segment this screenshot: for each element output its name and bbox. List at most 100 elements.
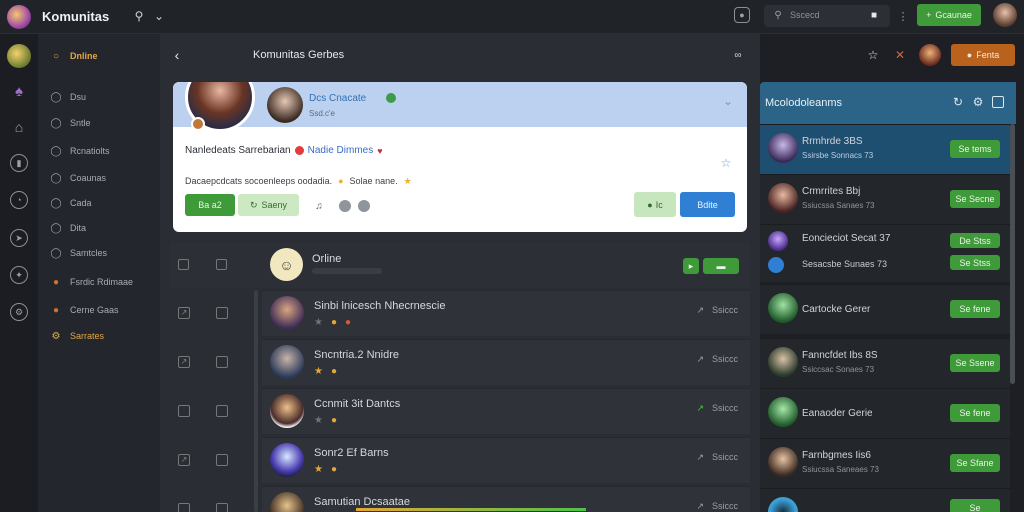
right-item-button[interactable]: De Stss bbox=[950, 233, 1000, 248]
badge-icon bbox=[191, 117, 205, 131]
avatar bbox=[768, 447, 798, 477]
back-icon[interactable]: ‹ bbox=[170, 47, 184, 63]
checkbox[interactable]: ↗ bbox=[178, 454, 190, 466]
notification-icon[interactable]: ● bbox=[734, 7, 750, 23]
more-icon[interactable]: ⋮ bbox=[898, 8, 909, 24]
online-label: Orline bbox=[312, 253, 342, 265]
list-item[interactable]: Sonr2 Ef Barns ★ ● ↗ Ssiccc bbox=[262, 437, 750, 483]
checkbox[interactable] bbox=[216, 503, 228, 512]
compass-icon[interactable]: ➤ bbox=[10, 229, 28, 247]
right-item-button[interactable]: Se bbox=[950, 499, 1000, 512]
sidebar-item-3[interactable]: ◯ Rcnatiolts bbox=[50, 142, 150, 160]
chevron-down-icon[interactable]: ⌄ bbox=[721, 94, 735, 108]
checkbox[interactable] bbox=[216, 259, 227, 270]
list-item[interactable]: Sinbi lnicesch Nhecrnescie ★ ● ● ↗ Ssiccc bbox=[262, 290, 750, 336]
settings-icon[interactable]: ⚙ bbox=[10, 303, 28, 321]
follow-button[interactable]: ● Ic bbox=[634, 192, 676, 217]
chat-icon: ◯ bbox=[50, 91, 62, 103]
list-item[interactable]: Sncntria.2 Nnidre ★ ● ↗ Ssiccc bbox=[262, 339, 750, 385]
right-item-button[interactable]: Se Secne bbox=[950, 190, 1000, 208]
avatar bbox=[270, 394, 304, 428]
chat-icon: ◯ bbox=[50, 172, 62, 184]
checkbox[interactable] bbox=[216, 307, 228, 319]
chat-icon: ◯ bbox=[50, 222, 62, 234]
right-list-item[interactable]: Eanaoder Gerie Se fene bbox=[760, 388, 1010, 438]
expand-icon[interactable] bbox=[992, 96, 1004, 108]
star-icon[interactable]: ☆ bbox=[866, 48, 880, 62]
primary-action-button[interactable]: + Gcaunae bbox=[917, 4, 981, 26]
profile-line1: Nanledeats Sarrebarian Nadie Dimmes ♥ bbox=[185, 145, 383, 156]
sidebar-item-2[interactable]: ◯ Sntle bbox=[50, 114, 150, 132]
right-list-item[interactable]: Crmrrites Bbj Ssiucssa Sanaes 73 Se Secn… bbox=[760, 174, 1010, 224]
home-icon[interactable]: ⌂ bbox=[10, 118, 28, 136]
message-button[interactable]: Bdite bbox=[680, 192, 735, 217]
server-avatar[interactable] bbox=[7, 44, 31, 68]
coin-icon: ● bbox=[330, 317, 338, 328]
avatar[interactable] bbox=[919, 44, 941, 66]
gear-icon: ⚙ bbox=[51, 330, 61, 342]
right-list-item[interactable]: Farnbgmes Iis6 Ssiucssa Saneaes 73 Se Sf… bbox=[760, 438, 1010, 488]
music-icon[interactable]: ♫ bbox=[313, 200, 325, 212]
sidebar-item-10[interactable]: ⚙ Sarrates bbox=[50, 327, 150, 345]
checkbox[interactable]: ↗ bbox=[178, 307, 190, 319]
sidebar-item-8[interactable]: ● Fsrdic Rdimaae bbox=[50, 273, 150, 291]
list-scrollbar[interactable] bbox=[254, 290, 258, 512]
top-bar: Komunitas ⚲ ⌄ ● ⚲ Sscecd ■ ⋮ + Gcaunae bbox=[0, 0, 1024, 34]
explore-icon[interactable]: ✦ bbox=[10, 266, 28, 284]
checkbox[interactable]: ↗ bbox=[178, 356, 190, 368]
sidebar-item-online[interactable]: ○ Dnline bbox=[50, 47, 150, 65]
settings-icon[interactable]: ⚙ bbox=[972, 95, 984, 109]
join-button[interactable]: ▬ bbox=[703, 258, 739, 274]
profile-line2-tail: Solae nane. bbox=[349, 176, 398, 186]
avatar[interactable] bbox=[993, 3, 1017, 27]
chevron-down-icon[interactable]: ⌄ bbox=[152, 9, 166, 23]
sidebar-item-5[interactable]: ◯ Cada bbox=[50, 194, 150, 212]
right-item-button[interactable]: Se Ssene bbox=[950, 354, 1000, 372]
right-list-item[interactable]: Eoncieciot Secat 37 Sesacsbe Sunaes 73 D… bbox=[760, 224, 1010, 282]
clock-icon[interactable]: ◔ bbox=[10, 191, 28, 209]
right-list-item[interactable]: Cartocke Gerer Se fene bbox=[760, 284, 1010, 334]
right-list-item[interactable]: Se bbox=[760, 488, 1010, 512]
link-icon[interactable]: ∞ bbox=[730, 49, 746, 61]
checkbox[interactable] bbox=[216, 356, 228, 368]
right-list-item[interactable]: Fanncfdet Ibs 8S Ssiccsac Sonaes 73 Se S… bbox=[760, 338, 1010, 388]
profile-secondary-button[interactable]: ↻ Saeny bbox=[238, 194, 299, 216]
checkbox[interactable] bbox=[178, 503, 190, 512]
avatar bbox=[768, 293, 798, 323]
right-item-button[interactable]: Se tems bbox=[950, 140, 1000, 158]
search-icon[interactable]: ⚲ bbox=[132, 9, 146, 23]
close-icon[interactable]: ✕ bbox=[893, 48, 907, 62]
right-item-button[interactable]: Se fene bbox=[950, 404, 1000, 422]
sidebar-item-6[interactable]: ◯ Dita bbox=[50, 219, 150, 237]
list-item[interactable]: Ccnmit 3it Dantcs ★ ● ↗ Ssiccc bbox=[262, 388, 750, 434]
share-icon[interactable]: ☆ bbox=[719, 156, 733, 170]
right-item-title: Fanncfdet Ibs 8S bbox=[802, 350, 878, 361]
checkbox[interactable] bbox=[178, 405, 190, 417]
avatar bbox=[768, 497, 798, 512]
plus-icon: + bbox=[926, 10, 932, 20]
character-icon[interactable]: ♠ bbox=[10, 82, 28, 100]
list-item[interactable]: Samutian Dcsaatae ↗ Ssiccc bbox=[262, 486, 750, 512]
right-list-item[interactable]: Rrmhrde 3BS Ssirsbe Sonnacs 73 Se tems bbox=[760, 124, 1010, 174]
sidebar-item-9[interactable]: ● Cerne Gaas bbox=[50, 301, 150, 319]
right-item-button[interactable]: Se fene bbox=[950, 300, 1000, 318]
sidebar-item-4[interactable]: ◯ Coaunas bbox=[50, 169, 150, 187]
refresh-icon[interactable]: ↻ bbox=[952, 95, 964, 109]
option-icon[interactable] bbox=[339, 200, 351, 212]
play-button[interactable]: ▸ bbox=[683, 258, 699, 274]
checkbox[interactable] bbox=[178, 259, 189, 270]
right-item-title: Crmrrites Bbj bbox=[802, 186, 861, 197]
profile-primary-button[interactable]: Ba a2 bbox=[185, 194, 235, 216]
right-item-button[interactable]: Se Stss bbox=[950, 255, 1000, 270]
sidebar-item-label: Coaunas bbox=[70, 173, 107, 183]
bookmark-icon[interactable]: ▮ bbox=[10, 154, 28, 172]
checkbox[interactable] bbox=[216, 405, 228, 417]
option-icon[interactable] bbox=[358, 200, 370, 212]
right-item-button[interactable]: Se Sfane bbox=[950, 454, 1000, 472]
sidebar-item-1[interactable]: ◯ Dsu bbox=[50, 88, 150, 106]
right-scrollbar[interactable] bbox=[1010, 124, 1015, 384]
search-box[interactable]: ⚲ Sscecd ■ bbox=[764, 5, 890, 27]
right-header-button[interactable]: ● Fenta bbox=[951, 44, 1015, 66]
checkbox[interactable] bbox=[216, 454, 228, 466]
sidebar-item-7[interactable]: ◯ Samtcles bbox=[50, 244, 150, 262]
